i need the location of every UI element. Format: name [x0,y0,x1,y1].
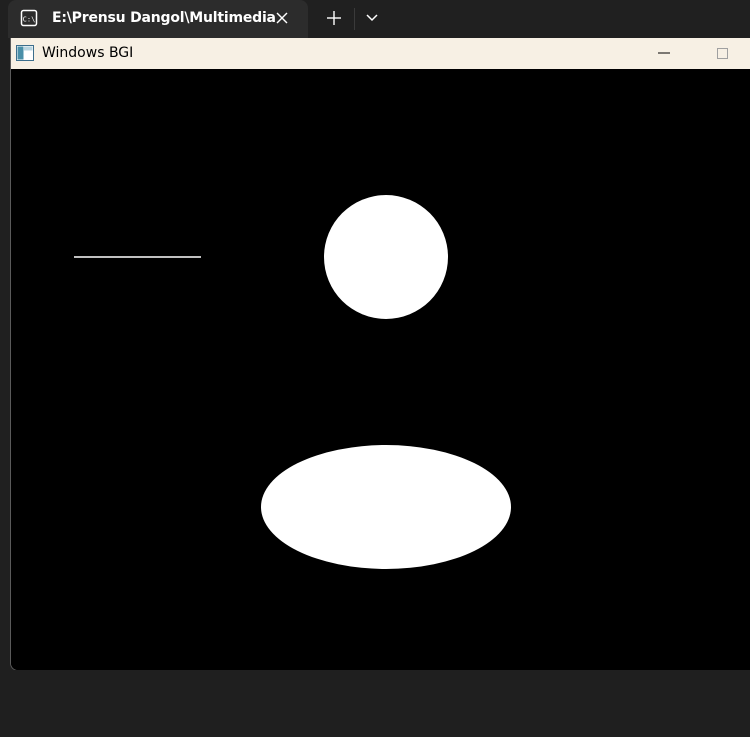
terminal-tab[interactable]: C:\ E:\Prensu Dangol\Multimedia [8,0,308,38]
terminal-titlebar: C:\ E:\Prensu Dangol\Multimedia [0,0,750,38]
bgi-canvas [11,69,750,670]
maximize-icon[interactable] [707,42,737,64]
tab-separator [354,8,355,30]
bgi-titlebar[interactable]: Windows BGI [11,38,750,69]
plus-icon[interactable] [322,6,346,30]
svg-text:C:\: C:\ [23,16,36,24]
minimize-icon[interactable] [649,42,679,64]
close-icon[interactable] [272,8,292,28]
chevron-down-icon[interactable] [360,6,384,30]
bgi-window-title: Windows BGI [42,45,134,61]
filled-circle-shape [324,195,448,319]
console-icon: C:\ [20,9,38,27]
tab-title: E:\Prensu Dangol\Multimedia [52,10,276,26]
filled-ellipse-shape [261,445,511,569]
window-app-icon [16,45,34,61]
background-area [0,670,750,737]
bgi-window: Windows BGI [10,38,750,671]
